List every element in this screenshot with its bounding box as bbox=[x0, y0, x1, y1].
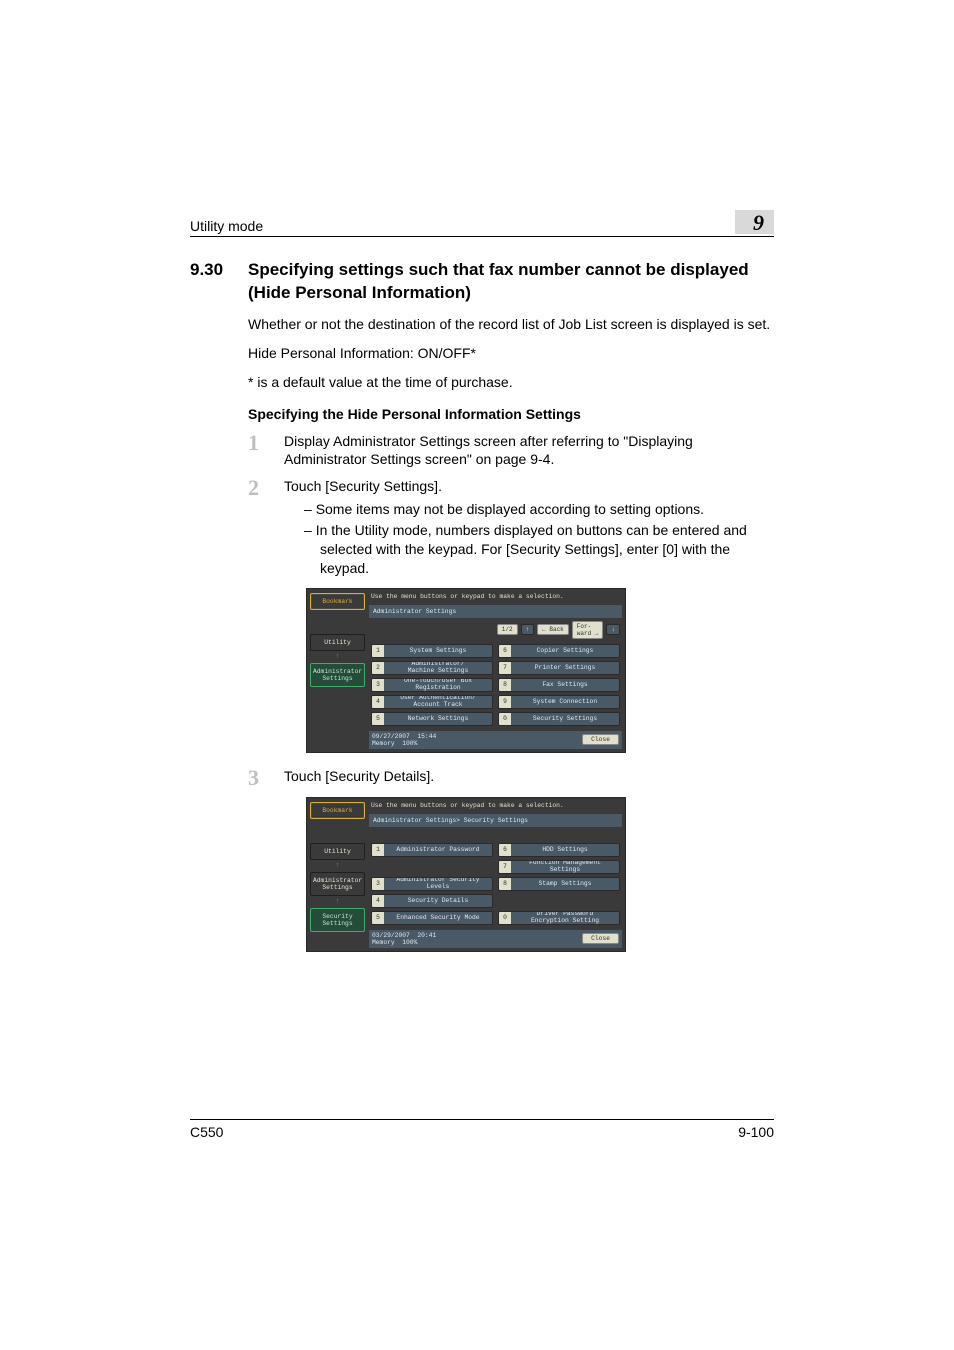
menu-admin-security-levels[interactable]: 3Administrator Security Levels bbox=[371, 877, 493, 891]
menu-security-details[interactable]: 4Security Details bbox=[371, 894, 493, 908]
nav-down-button[interactable]: ↓ bbox=[606, 624, 620, 635]
bookmark-button[interactable]: Bookmark bbox=[310, 593, 365, 610]
section-title-text: Specifying settings such that fax number… bbox=[248, 259, 774, 305]
step-number: 3 bbox=[248, 767, 266, 789]
menu-system-connection[interactable]: 9System Connection bbox=[498, 695, 620, 709]
step-bullet: Some items may not be displayed accordin… bbox=[304, 500, 774, 519]
step-text: Touch [Security Settings]. bbox=[284, 477, 774, 496]
screen-title: Administrator Settings> Security Setting… bbox=[369, 814, 622, 827]
bookmark-button[interactable]: Bookmark bbox=[310, 802, 365, 819]
footer-page-number: 9-100 bbox=[738, 1124, 774, 1140]
breadcrumb-arrow-icon: ↑ bbox=[310, 654, 365, 660]
screenshot-security-settings: Bookmark Utility ↑ Administrator Setting… bbox=[306, 797, 626, 952]
menu-fax-settings[interactable]: 8Fax Settings bbox=[498, 678, 620, 692]
page-indicator: 1/2 bbox=[497, 624, 518, 635]
sub-heading: Specifying the Hide Personal Information… bbox=[248, 406, 774, 422]
step-text: Display Administrator Settings screen af… bbox=[284, 432, 774, 470]
menu-driver-password-encryption[interactable]: 0Driver Password Encryption Setting bbox=[498, 911, 620, 925]
status-datetime: 03/29/2007 20:41 Memory 100% bbox=[372, 932, 436, 946]
step-bullet: In the Utility mode, numbers displayed o… bbox=[304, 521, 774, 578]
nav-back-button[interactable]: ← Back bbox=[537, 624, 569, 635]
step-text: Touch [Security Details]. bbox=[284, 767, 774, 789]
header-rule bbox=[190, 236, 774, 237]
chapter-number-box: 9 bbox=[735, 210, 774, 234]
step-number: 1 bbox=[248, 432, 266, 470]
menu-hdd-settings[interactable]: 6HDD Settings bbox=[498, 843, 620, 857]
nav-up-button[interactable]: ↑ bbox=[521, 624, 535, 635]
menu-printer-settings[interactable]: 7Printer Settings bbox=[498, 661, 620, 675]
menu-function-management[interactable]: 7Function Management Settings bbox=[498, 860, 620, 874]
sidebar-item-utility[interactable]: Utility bbox=[310, 843, 365, 860]
instruction-text: Use the menu buttons or keypad to make a… bbox=[369, 593, 622, 602]
instruction-text: Use the menu buttons or keypad to make a… bbox=[369, 802, 622, 811]
close-button[interactable]: Close bbox=[582, 734, 619, 745]
menu-security-settings[interactable]: 0Security Settings bbox=[498, 712, 620, 726]
screen-title: Administrator Settings bbox=[369, 605, 622, 618]
menu-admin-machine-settings[interactable]: 2Administrator/ Machine Settings bbox=[371, 661, 493, 675]
sidebar-item-security-settings[interactable]: Security Settings bbox=[310, 908, 365, 932]
body-paragraph: Hide Personal Information: ON/OFF* bbox=[248, 344, 774, 363]
close-button[interactable]: Close bbox=[582, 933, 619, 944]
body-paragraph: Whether or not the destination of the re… bbox=[248, 315, 774, 334]
screenshot-admin-settings: Bookmark Utility ↑ Administrator Setting… bbox=[306, 588, 626, 753]
step-number: 2 bbox=[248, 477, 266, 579]
menu-stamp-settings[interactable]: 8Stamp Settings bbox=[498, 877, 620, 891]
section-heading: 9.30 Specifying settings such that fax n… bbox=[190, 259, 774, 305]
menu-user-auth-account-track[interactable]: 4User Authentication/ Account Track bbox=[371, 695, 493, 709]
section-number: 9.30 bbox=[190, 259, 234, 305]
sidebar-item-admin-settings[interactable]: Administrator Settings bbox=[310, 663, 365, 687]
body-paragraph: * is a default value at the time of purc… bbox=[248, 373, 774, 392]
menu-copier-settings[interactable]: 6Copier Settings bbox=[498, 644, 620, 658]
footer-rule bbox=[190, 1119, 774, 1120]
menu-admin-password[interactable]: 1Administrator Password bbox=[371, 843, 493, 857]
menu-network-settings[interactable]: 5Network Settings bbox=[371, 712, 493, 726]
menu-enhanced-security-mode[interactable]: 5Enhanced Security Mode bbox=[371, 911, 493, 925]
footer-model: C550 bbox=[190, 1124, 223, 1140]
status-datetime: 09/27/2007 15:44 Memory 100% bbox=[372, 733, 436, 747]
nav-forward-button[interactable]: For- ward → bbox=[572, 621, 604, 639]
breadcrumb-arrow-icon: ↑ bbox=[310, 899, 365, 905]
menu-system-settings[interactable]: 1System Settings bbox=[371, 644, 493, 658]
sidebar-item-utility[interactable]: Utility bbox=[310, 634, 365, 651]
running-header: Utility mode bbox=[190, 218, 263, 234]
sidebar-item-admin-settings[interactable]: Administrator Settings bbox=[310, 872, 365, 896]
breadcrumb-arrow-icon: ↑ bbox=[310, 863, 365, 869]
menu-one-touch-userbox[interactable]: 3One-Touch/User Box Registration bbox=[371, 678, 493, 692]
